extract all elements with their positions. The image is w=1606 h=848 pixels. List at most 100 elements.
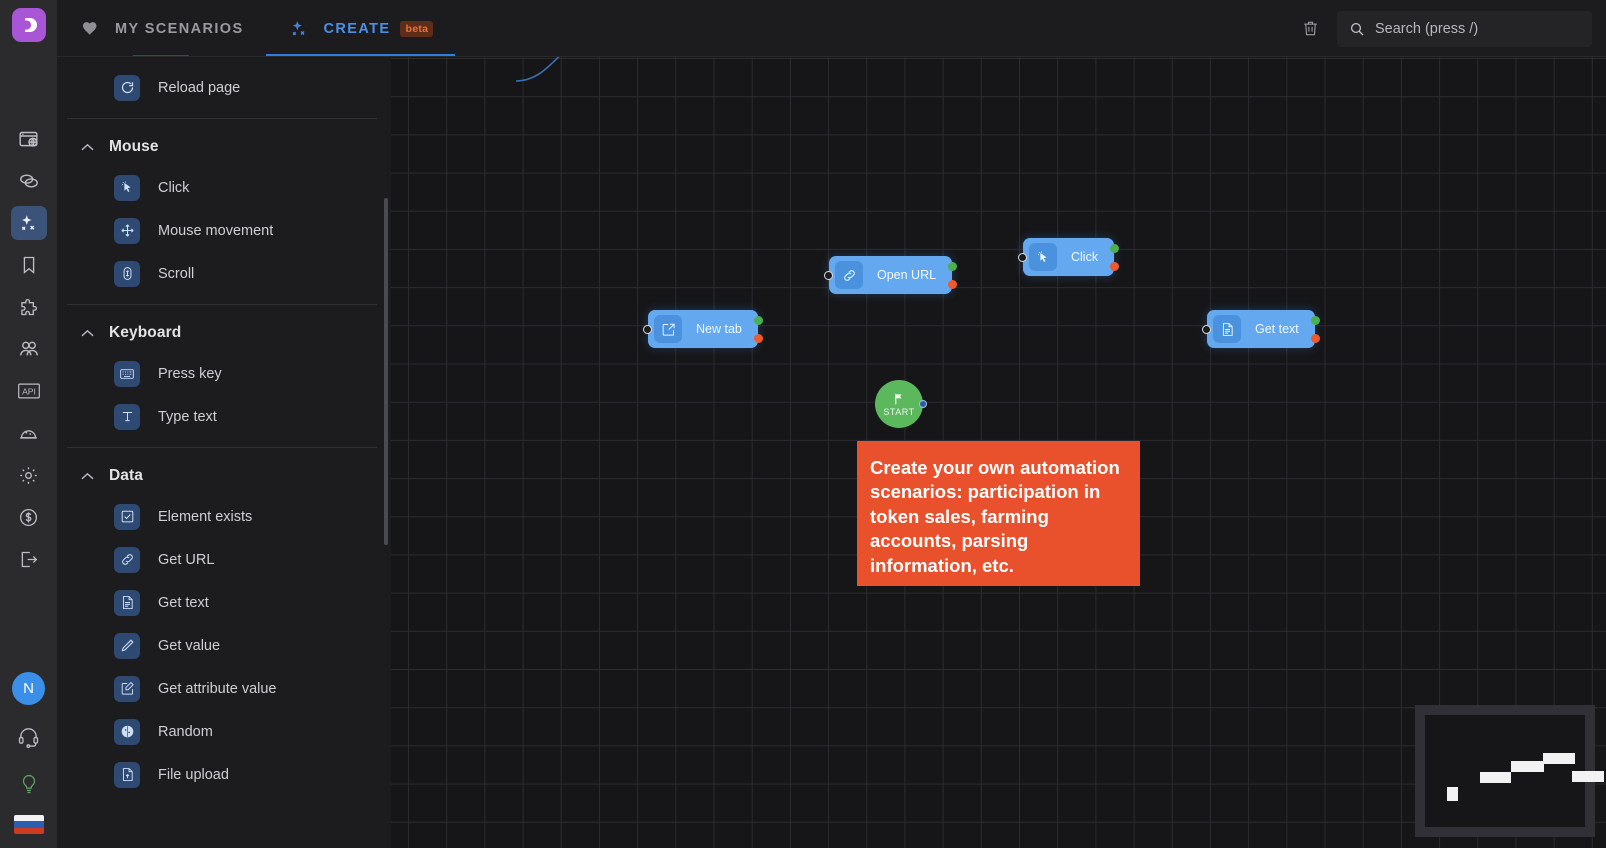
proxy-icon[interactable] [11,164,47,198]
settings-icon[interactable] [11,458,47,492]
document-icon [1213,315,1241,343]
app-root: API [0,0,1606,848]
action-mouse-movement[interactable]: Mouse movement [57,209,391,252]
top-bar: MY SCENARIOS CREATE beta [57,0,1606,57]
browser-profiles-icon[interactable] [11,122,47,156]
tab-create[interactable]: CREATE beta [266,0,456,57]
action-get-value[interactable]: Get value [57,624,391,667]
action-random[interactable]: Random [57,710,391,753]
cookie-robot-icon[interactable] [11,416,47,450]
left-icon-rail: API [0,0,57,848]
success-output-port[interactable] [948,262,957,271]
minimap-viewport [1425,715,1585,827]
node-label: START [883,407,914,417]
action-label: Scroll [158,266,194,282]
trash-icon[interactable] [1293,12,1327,46]
rail-bottom-group: N [0,672,57,834]
billing-icon[interactable] [11,500,47,534]
input-port[interactable] [1018,253,1027,262]
error-output-port[interactable] [754,334,763,343]
action-label: Press key [158,366,222,382]
action-get-url[interactable]: Get URL [57,538,391,581]
node-new-tab[interactable]: New tab [648,310,758,348]
chevron-up-icon [79,325,95,341]
action-get-text[interactable]: Get text [57,581,391,624]
node-get-text[interactable]: Get text [1207,310,1315,348]
success-output-port[interactable] [1311,316,1320,325]
error-output-port[interactable] [948,280,957,289]
file-upload-icon [114,762,140,788]
rail-icon-list: API [11,122,47,576]
heart-icon [79,18,101,40]
chevron-up-icon [79,139,95,155]
actions-scroll-area[interactable]: Reload page Mouse Click [57,57,391,848]
group-header-data[interactable]: Data [57,457,391,495]
error-output-port[interactable] [1110,262,1119,271]
minimap[interactable] [1415,705,1595,837]
node-start[interactable]: START [875,380,923,428]
moon-logo-icon [19,15,39,35]
action-press-key[interactable]: Press key [57,352,391,395]
document-icon [114,590,140,616]
search-icon [1349,21,1365,37]
extensions-icon[interactable] [11,290,47,324]
action-label: Reload page [158,80,240,96]
action-file-upload[interactable]: File upload [57,753,391,796]
action-reload-page[interactable]: Reload page [57,66,391,109]
logout-icon[interactable] [11,542,47,576]
promo-tooltip: Create your own automation scenarios: pa… [857,441,1140,586]
group-header-mouse[interactable]: Mouse [57,128,391,166]
node-click[interactable]: Click [1023,238,1114,276]
actions-sidebar: Reload page Mouse Click [57,0,391,848]
action-type-text[interactable]: Type text [57,395,391,438]
search-box[interactable] [1337,11,1592,47]
action-label: Random [158,724,213,740]
cursor-click-icon [114,175,140,201]
group-header-keyboard[interactable]: Keyboard [57,314,391,352]
minimap-node [1572,771,1604,782]
lightbulb-icon[interactable] [11,767,47,801]
action-label: Get text [158,595,209,611]
action-scroll[interactable]: Scroll [57,252,391,295]
edit-square-icon [114,676,140,702]
minimap-node [1511,761,1544,772]
action-get-attribute-value[interactable]: Get attribute value [57,667,391,710]
bookmarks-icon[interactable] [11,248,47,282]
node-open-url[interactable]: Open URL [829,256,952,294]
team-icon[interactable] [11,332,47,366]
chevron-up-icon [79,468,95,484]
action-label: Click [158,180,189,196]
random-icon [114,719,140,745]
action-label: Get URL [158,552,214,568]
avatar[interactable]: N [12,672,45,705]
node-label: Open URL [877,268,936,282]
group-title: Data [109,467,143,485]
automation-icon[interactable] [11,206,47,240]
success-output-port[interactable] [1110,244,1119,253]
success-output-port[interactable] [754,316,763,325]
start-output-port[interactable] [919,400,927,408]
input-port[interactable] [1202,325,1211,334]
divider [67,118,377,119]
input-port[interactable] [643,325,652,334]
divider [67,304,377,305]
search-input[interactable] [1375,21,1580,37]
reload-icon [114,75,140,101]
language-flag-ru[interactable] [14,815,44,834]
checkbox-icon [114,504,140,530]
input-port[interactable] [824,271,833,280]
action-element-exists[interactable]: Element exists [57,495,391,538]
app-logo[interactable] [12,8,46,42]
tab-my-scenarios[interactable]: MY SCENARIOS [57,0,266,57]
api-icon[interactable]: API [11,374,47,408]
pencil-icon [114,633,140,659]
sidebar-scrollbar[interactable] [384,198,388,545]
tab-label: MY SCENARIOS [115,21,244,37]
type-text-icon [114,404,140,430]
flag-icon [892,392,906,406]
action-click[interactable]: Click [57,166,391,209]
topbar-actions [1293,11,1606,47]
headset-icon[interactable] [11,719,47,753]
mouse-scroll-icon [114,261,140,287]
error-output-port[interactable] [1311,334,1320,343]
